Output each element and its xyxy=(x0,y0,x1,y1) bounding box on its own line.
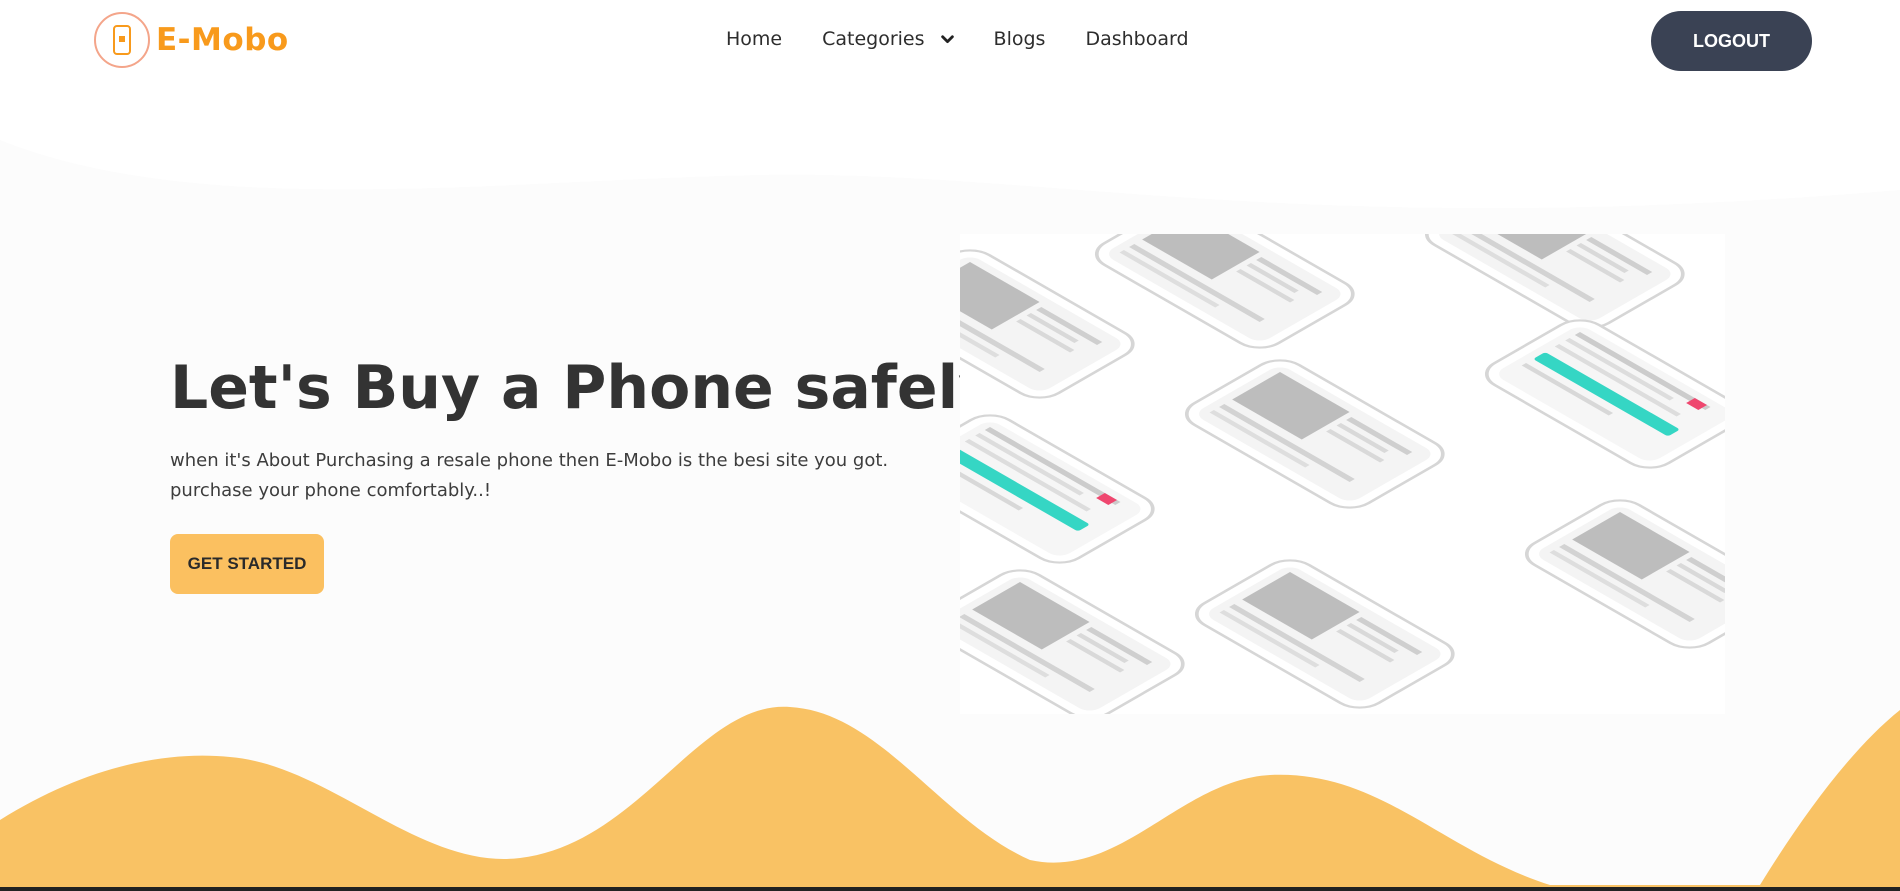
nav-categories-dropdown[interactable]: Categories xyxy=(822,28,954,50)
phones-mockup-image xyxy=(960,234,1725,714)
hero-description: when it's About Purchasing a resale phon… xyxy=(170,446,930,506)
logout-button[interactable]: LOGOUT xyxy=(1651,11,1812,71)
chevron-down-icon xyxy=(940,34,954,43)
phone-logo-icon xyxy=(94,12,150,68)
brand-logo[interactable]: E-Mobo xyxy=(94,12,289,68)
nav-dashboard-link[interactable]: Dashboard xyxy=(1085,28,1188,50)
hero-description-line-2: purchase your phone comfortably..! xyxy=(170,480,492,501)
brand-name: E-Mobo xyxy=(156,22,289,58)
main-menu: Home Categories Blogs Dashboard xyxy=(726,28,1229,50)
nav-categories-label: Categories xyxy=(822,28,925,50)
hero-description-line-1: when it's About Purchasing a resale phon… xyxy=(170,450,889,471)
nav-blogs-link[interactable]: Blogs xyxy=(994,28,1046,50)
get-started-button[interactable]: GET STARTED xyxy=(170,534,324,594)
phones-illustration xyxy=(960,234,1725,714)
nav-home-link[interactable]: Home xyxy=(726,28,782,50)
hero-title: Let's Buy a Phone safely! xyxy=(170,353,1025,423)
navbar: E-Mobo Home Categories Blogs Dashboard L… xyxy=(0,0,1900,84)
bottom-edge xyxy=(0,887,1900,891)
